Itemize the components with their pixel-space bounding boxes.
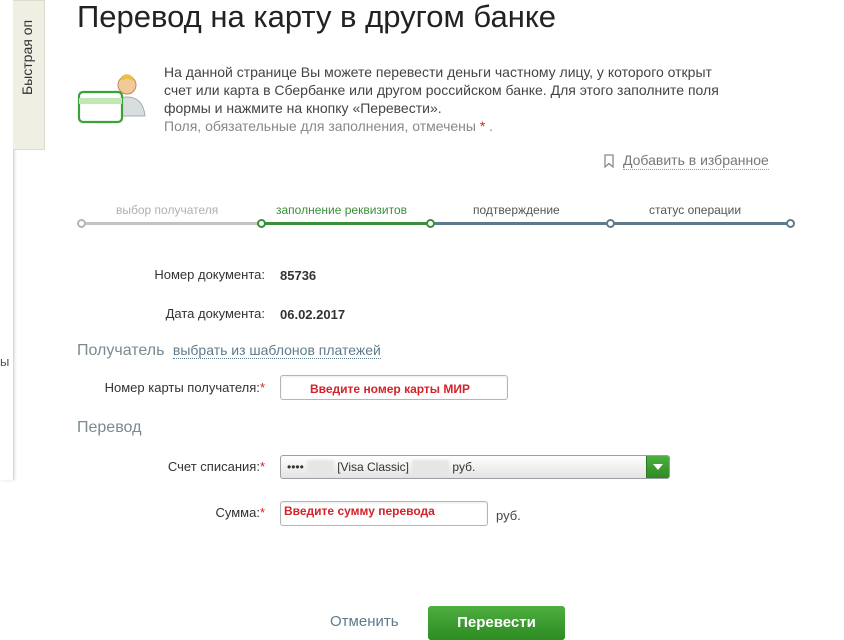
required-asterisk: * [479,118,486,134]
quick-operations-tab-label: Быстрая оп [19,19,35,95]
amount-label: Сумма: [215,505,260,520]
account-card-type: [Visa Classic] [337,460,410,474]
description-line-1: На данной странице Вы можете перевести д… [164,64,712,80]
amount-placeholder: Введите сумму перевода [284,504,435,518]
cancel-link[interactable]: Отменить [330,613,399,630]
document-number-value: 85736 [280,268,317,283]
card-number-label-row: Номер карты получателя:* [105,380,265,395]
recipient-section-title: Получатель выбрать из шаблонов платежей [77,342,381,360]
transfer-section-title: Перевод [77,419,142,436]
transfer-card-person-icon [77,74,146,124]
step-fill-details: заполнение реквизитов [276,203,408,217]
card-number-required-mark: * [259,380,265,395]
progress-node-1 [77,219,86,228]
required-fields-hint: Поля, обязательные для заполнения, отмеч… [164,117,804,135]
account-mask-prefix: •••• [287,460,304,474]
account-currency: руб. [452,460,476,474]
step-select-recipient: выбор получателя [116,203,219,217]
account-number-blurred: 4589 [307,460,334,474]
progress-segment-active [261,222,430,225]
amount-required-mark: * [259,505,265,520]
progress-segment-pending [430,222,790,225]
debit-account-label: Счет списания: [167,459,260,474]
debit-account-select[interactable]: •••• 4589 [Visa Classic] 12 450 руб. [280,455,670,479]
card-number-label: Номер карты получателя: [104,380,260,395]
progress-node-2 [257,219,266,228]
page-title: Перевод на карту в другом банке [77,0,556,34]
required-hint-end: . [489,118,494,134]
recipient-section-label: Получатель [77,342,165,359]
chevron-down-icon[interactable] [646,456,669,478]
bookmark-icon [604,154,614,168]
debit-account-required-mark: * [259,459,265,474]
document-number-label: Номер документа: [154,267,265,282]
quick-operations-panel [0,0,14,480]
document-date-value: 06.02.2017 [280,307,346,322]
quick-operations-tab[interactable]: Быстрая оп [13,0,45,150]
progress-node-5 [786,219,795,228]
progress-node-3 [426,219,435,228]
progress-segment-done [81,222,261,225]
required-hint-text: Поля, обязательные для заполнения, отмеч… [164,118,476,134]
amount-label-row: Сумма:* [215,505,265,520]
progress-node-4 [606,219,615,228]
select-from-templates-link[interactable]: выбрать из шаблонов платежей [172,342,381,359]
description-line-3: формы и нажмите на кнопку «Перевести». [164,100,442,116]
amount-unit: руб. [496,508,521,523]
submit-transfer-button[interactable]: Перевести [428,606,565,640]
debit-account-selected-value: •••• 4589 [Visa Classic] 12 450 руб. [287,460,475,474]
document-date-label: Дата документа: [165,306,265,321]
description-line-2: счет или карта в Сбербанке или другом ро… [164,82,719,98]
card-number-placeholder: Введите номер карты МИР [310,382,471,396]
add-to-favorites-link[interactable]: Добавить в избранное [604,152,769,170]
step-operation-status: статус операции [649,203,742,217]
page-description: На данной странице Вы можете перевести д… [164,63,804,135]
account-balance-blurred: 12 450 [412,460,450,474]
sidebar-text-fragment: ы [0,354,10,369]
step-confirmation: подтверждение [473,203,560,217]
add-to-favorites-label: Добавить в избранное [623,152,769,170]
debit-account-label-row: Счет списания:* [168,459,265,474]
